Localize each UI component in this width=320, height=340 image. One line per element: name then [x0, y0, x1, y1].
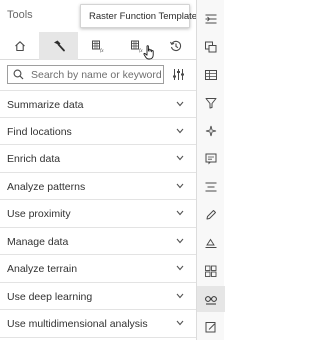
category-analyze-terrain[interactable]: Analyze terrain [0, 255, 196, 283]
rail-sketch-button[interactable] [197, 230, 225, 256]
rail-filter-button[interactable] [197, 90, 225, 116]
category-summarize-data[interactable]: Summarize data [0, 90, 196, 118]
tools-panel: Tools fx fx Search by name or keyword Su… [0, 0, 202, 340]
rail-notes-button[interactable] [197, 314, 225, 340]
rail-popup-button[interactable] [197, 146, 225, 172]
layers-icon [205, 41, 217, 53]
rail-legend-button[interactable] [197, 174, 225, 200]
category-label: Use multidimensional analysis [7, 318, 148, 330]
svg-text:fx: fx [100, 49, 104, 53]
search-icon [13, 69, 24, 80]
analysis-icon [205, 296, 217, 305]
popup-icon [205, 153, 217, 165]
tab-history[interactable] [157, 32, 196, 60]
category-label: Summarize data [7, 99, 84, 111]
rail-effects-button[interactable] [197, 118, 225, 144]
table-icon [205, 70, 217, 80]
panel-title: Tools [7, 9, 33, 21]
effects-icon [205, 125, 217, 137]
rail-edit-button[interactable] [197, 202, 225, 228]
home-icon [14, 41, 25, 52]
chevron-down-icon [176, 210, 184, 216]
rail-layers-button[interactable] [197, 34, 225, 60]
notes-icon [205, 322, 216, 333]
right-rail [196, 0, 225, 340]
sketch-icon [205, 238, 217, 248]
hand-pointer-icon [143, 45, 154, 60]
legend-icon [205, 182, 217, 192]
search-row [0, 60, 196, 90]
chevron-down-icon [176, 293, 184, 298]
category-label: Manage data [7, 235, 69, 248]
rail-layers-group-button[interactable] [197, 258, 225, 284]
edit-icon [206, 210, 216, 220]
chevron-down-icon [176, 101, 184, 107]
tab-toolboxes[interactable] [39, 32, 79, 60]
rail-table-button[interactable] [197, 62, 225, 88]
chevron-down-icon [176, 128, 184, 133]
hammer-icon [53, 40, 65, 52]
category-find-locations[interactable]: Find locations [0, 118, 196, 145]
category-label: Analyze patterns [7, 180, 86, 193]
search-input[interactable] [31, 67, 161, 82]
category-enrich-data[interactable]: Enrich data [0, 145, 196, 173]
category-label: Use deep learning [7, 290, 93, 303]
tooltip: Raster Function Templates [80, 4, 202, 28]
chevron-down-icon [176, 238, 184, 243]
rail-collapse-button[interactable] [197, 6, 225, 32]
tab-raster-functions[interactable]: fx [78, 32, 117, 60]
category-analyze-patterns[interactable]: Analyze patterns [0, 173, 196, 200]
history-icon [170, 40, 182, 52]
category-list: Summarize data Find locations Enrich dat… [0, 90, 196, 338]
chevron-down-icon [176, 183, 184, 188]
chevron-down-icon [176, 320, 184, 326]
collapse-icon [205, 14, 217, 24]
chevron-down-icon [176, 265, 184, 271]
category-label: Enrich data [7, 153, 61, 165]
category-manage-data[interactable]: Manage data [0, 228, 196, 255]
tooltip-text: Raster Function Templates [89, 11, 202, 22]
chevron-down-icon [176, 155, 184, 161]
tab-bar: fx fx [0, 32, 196, 60]
tab-home[interactable] [0, 32, 39, 60]
category-use-proximity[interactable]: Use proximity [0, 200, 196, 228]
layers-group-icon [205, 265, 217, 277]
filter-icon [205, 98, 217, 109]
rail-analysis-button[interactable] [197, 286, 225, 312]
category-label: Analyze terrain [7, 263, 78, 275]
category-use-multidimensional-analysis[interactable]: Use multidimensional analysis [0, 310, 196, 338]
category-label: Use proximity [7, 208, 71, 220]
search-box[interactable] [7, 65, 164, 84]
category-use-deep-learning[interactable]: Use deep learning [0, 283, 196, 310]
raster-function-icon: fx [91, 40, 104, 53]
category-label: Find locations [7, 125, 72, 138]
filter-options-icon[interactable] [172, 68, 185, 81]
